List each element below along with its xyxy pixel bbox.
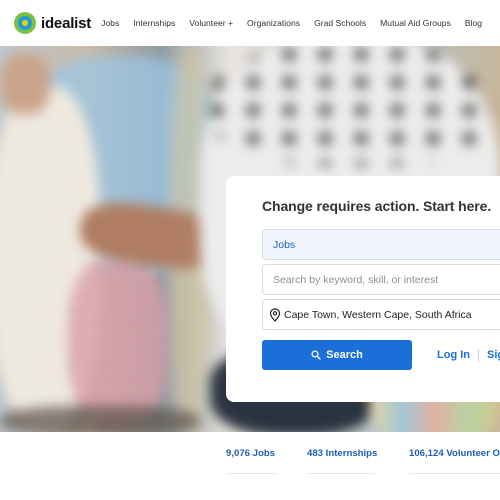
location-pin-icon [269,307,281,322]
nav-link-organizations[interactable]: Organizations [247,18,300,28]
search-card-title: Change requires action. Start here. [262,198,492,214]
search-type-value: Jobs [273,238,296,251]
hero-striped-shirt [68,256,168,426]
signup-link[interactable]: Sign [487,349,500,361]
stat-internships-link[interactable]: 483 Internships [307,448,377,459]
hero-shadow [0,406,200,432]
idealist-logo-icon [14,12,36,34]
hero-shirt-pattern [210,46,500,166]
search-icon [311,350,321,360]
nav-link-blog[interactable]: Blog [465,18,482,28]
login-link[interactable]: Log In [437,349,470,361]
search-button[interactable]: Search [262,340,412,370]
stat-internships-underline [307,473,375,474]
nav-links: Jobs Internships Volunteer + Organizatio… [101,18,496,28]
listing-stats: 9,076 Jobs 483 Internships 106,124 Volun… [0,432,500,500]
stat-jobs-underline [226,473,278,474]
brand-name: idealist [41,14,92,32]
auth-links: Log In Sign [437,348,500,362]
search-button-label: Search [326,349,363,361]
search-type-select[interactable]: Jobs [262,229,500,260]
stat-volunteer-underline [409,473,500,474]
stat-volunteer-link[interactable]: 106,124 Volunteer Opp [409,448,500,459]
keyword-search-input[interactable]: Search by keyword, skill, or interest [262,264,500,295]
stat-jobs-link[interactable]: 9,076 Jobs [226,448,275,459]
keyword-search-placeholder: Search by keyword, skill, or interest [273,273,439,286]
nav-link-jobs[interactable]: Jobs [101,18,119,28]
nav-link-mutual-aid-groups[interactable]: Mutual Aid Groups [380,18,451,28]
auth-divider [478,348,479,362]
hero-person-head [0,54,50,114]
brand-logo[interactable]: idealist [14,12,91,34]
hero-image: Change requires action. Start here. Jobs… [0,46,500,432]
nav-link-grad-schools[interactable]: Grad Schools [314,18,366,28]
location-value: Cape Town, Western Cape, South Africa [284,308,472,321]
location-input[interactable]: Cape Town, Western Cape, South Africa [262,299,500,330]
search-actions: Search Log In Sign [262,340,500,370]
nav-link-volunteer[interactable]: Volunteer + [189,18,233,28]
top-navigation: idealist Jobs Internships Volunteer + Or… [0,0,500,46]
search-card: Change requires action. Start here. Jobs… [226,176,500,402]
nav-link-internships[interactable]: Internships [133,18,175,28]
